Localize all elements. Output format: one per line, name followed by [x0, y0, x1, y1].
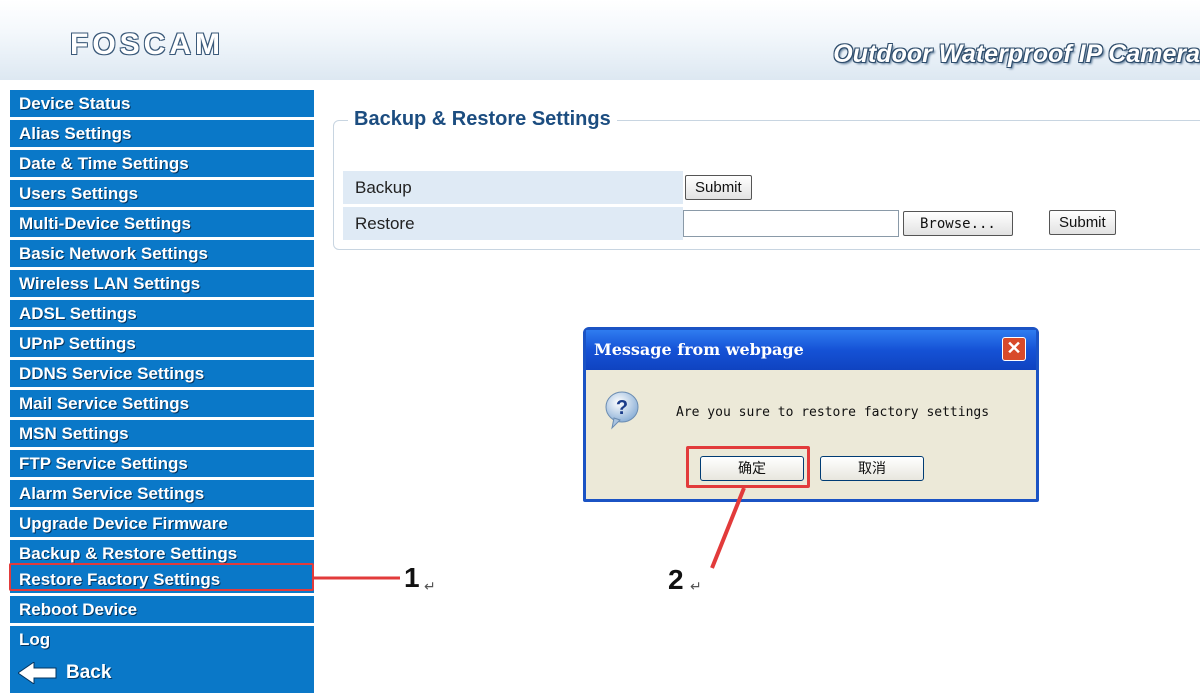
sidebar-item-reboot-device[interactable]: Reboot Device: [10, 596, 314, 624]
restore-file-input[interactable]: [683, 210, 899, 237]
sidebar-item-backup-restore-settings[interactable]: Backup & Restore Settings: [10, 540, 314, 568]
sidebar-item-msn-settings[interactable]: MSN Settings: [10, 420, 314, 448]
confirm-dialog: Message from webpage ✕ ? Are you sure to…: [583, 327, 1039, 502]
return-mark-2: ↵: [690, 578, 702, 594]
close-icon[interactable]: ✕: [1002, 337, 1026, 361]
dialog-title: Message from webpage: [594, 340, 804, 359]
panel-title: Backup & Restore Settings: [348, 108, 617, 131]
backup-row: Backup Submit: [343, 171, 1200, 204]
back-arrow-icon: [18, 662, 57, 684]
sidebar-menu: Device Status Alias Settings Date & Time…: [10, 90, 314, 695]
foscam-logo: FOSCAM: [70, 28, 224, 61]
sidebar-item-log[interactable]: Log: [10, 626, 314, 654]
sidebar-item-adsl-settings[interactable]: ADSL Settings: [10, 300, 314, 328]
ok-button[interactable]: 确定: [700, 456, 804, 481]
cancel-button[interactable]: 取消: [820, 456, 924, 481]
backup-value-cell: Submit: [683, 171, 1200, 204]
backup-submit-button[interactable]: Submit: [685, 175, 752, 200]
sidebar-item-date-time-settings[interactable]: Date & Time Settings: [10, 150, 314, 178]
browse-button[interactable]: Browse...: [903, 211, 1013, 236]
step-2-label: 2: [668, 564, 684, 595]
step-1-label: 1: [404, 562, 420, 593]
sidebar-item-alarm-service-settings[interactable]: Alarm Service Settings: [10, 480, 314, 508]
dialog-titlebar: Message from webpage ✕: [586, 330, 1036, 370]
return-mark-1: ↵: [424, 578, 436, 594]
sidebar-item-wireless-lan-settings[interactable]: Wireless LAN Settings: [10, 270, 314, 298]
restore-submit-button[interactable]: Submit: [1049, 210, 1116, 235]
sidebar-item-users-settings[interactable]: Users Settings: [10, 180, 314, 208]
sidebar-item-restore-factory-settings[interactable]: Restore Factory Settings: [10, 566, 314, 594]
svg-text:?: ?: [616, 397, 628, 419]
sidebar-item-upgrade-device-firmware[interactable]: Upgrade Device Firmware: [10, 510, 314, 538]
back-label: Back: [66, 662, 112, 683]
sidebar-item-ddns-service-settings[interactable]: DDNS Service Settings: [10, 360, 314, 388]
question-icon: ?: [605, 391, 639, 430]
sidebar-item-alias-settings[interactable]: Alias Settings: [10, 120, 314, 148]
restore-value-cell: Browse... Submit: [683, 207, 1200, 240]
dialog-message: Are you sure to restore factory settings: [676, 405, 990, 420]
sidebar-item-device-status[interactable]: Device Status: [10, 90, 314, 118]
back-button[interactable]: Back: [10, 653, 314, 693]
sidebar-item-mail-service-settings[interactable]: Mail Service Settings: [10, 390, 314, 418]
sidebar-item-multi-device-settings[interactable]: Multi-Device Settings: [10, 210, 314, 238]
sidebar-item-basic-network-settings[interactable]: Basic Network Settings: [10, 240, 314, 268]
restore-label: Restore: [355, 214, 415, 233]
backup-label: Backup: [355, 178, 412, 197]
camera-admin-page: FOSCAM Outdoor Waterproof IP Camera Devi…: [0, 0, 1200, 695]
sidebar-item-ftp-service-settings[interactable]: FTP Service Settings: [10, 450, 314, 478]
restore-row: Restore Browse... Submit: [343, 207, 1200, 240]
header-tagline: Outdoor Waterproof IP Camera: [833, 40, 1200, 68]
header-banner: FOSCAM Outdoor Waterproof IP Camera: [0, 0, 1200, 80]
sidebar-item-upnp-settings[interactable]: UPnP Settings: [10, 330, 314, 358]
